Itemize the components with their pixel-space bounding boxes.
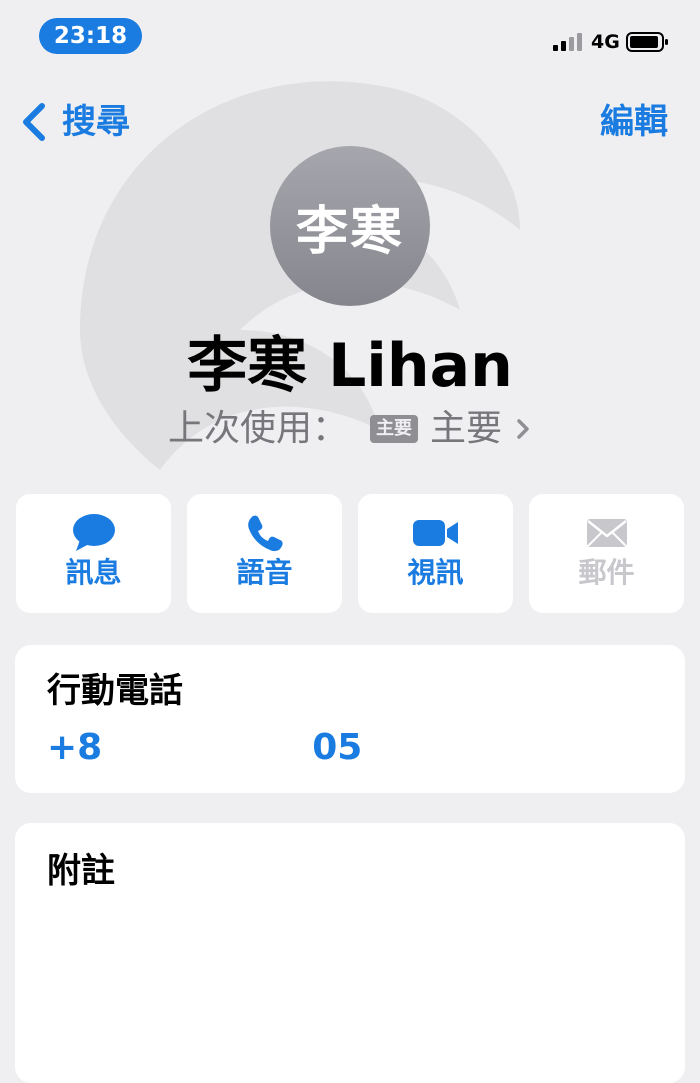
line-name: 主要 [430, 408, 503, 449]
avatar: 李寒 [270, 146, 430, 306]
mail-envelope-icon [586, 519, 627, 547]
message-bubble-icon [72, 514, 115, 551]
phone-number-suffix: 05 [312, 727, 363, 768]
mobile-phone-title: 行動電話 [47, 671, 183, 711]
mobile-phone-number[interactable]: +8 05 [47, 723, 362, 773]
mobile-phone-card: 行動電話 +8 05 [15, 645, 685, 793]
edit-button[interactable]: 編輯 [600, 100, 668, 144]
back-button[interactable]: 搜尋 [18, 100, 130, 144]
back-label: 搜尋 [62, 102, 130, 142]
status-time: 23:18 [39, 18, 142, 54]
voice-call-action-label: 語音 [236, 556, 293, 589]
video-call-action-label: 視訊 [407, 556, 464, 589]
voice-call-action-button[interactable]: 語音 [187, 494, 342, 613]
message-action-button[interactable]: 訊息 [16, 494, 171, 613]
phone-number-prefix: +8 [47, 727, 103, 768]
message-action-label: 訊息 [65, 556, 122, 589]
battery-icon [626, 32, 668, 52]
last-used-label: 上次使用： [167, 408, 348, 449]
mail-action-button[interactable]: 郵件 [529, 494, 684, 613]
chevron-right-icon [517, 419, 529, 439]
cellular-signal-icon [553, 33, 582, 51]
network-type: 4G [591, 31, 620, 53]
avatar-initials: 李寒 [295, 201, 404, 262]
redaction-mask [102, 729, 313, 769]
contact-name: 李寒 Lihan [187, 331, 513, 401]
phone-icon [247, 515, 283, 552]
last-used-line-selector[interactable]: 上次使用： 主要 主要 [0, 404, 700, 454]
notes-title: 附註 [47, 851, 115, 891]
line-badge: 主要 [370, 415, 418, 443]
video-camera-icon [412, 520, 458, 546]
mail-action-label: 郵件 [578, 556, 635, 589]
notes-card[interactable]: 附註 [15, 823, 685, 1083]
video-call-action-button[interactable]: 視訊 [358, 494, 513, 613]
chevron-left-icon [23, 103, 45, 141]
